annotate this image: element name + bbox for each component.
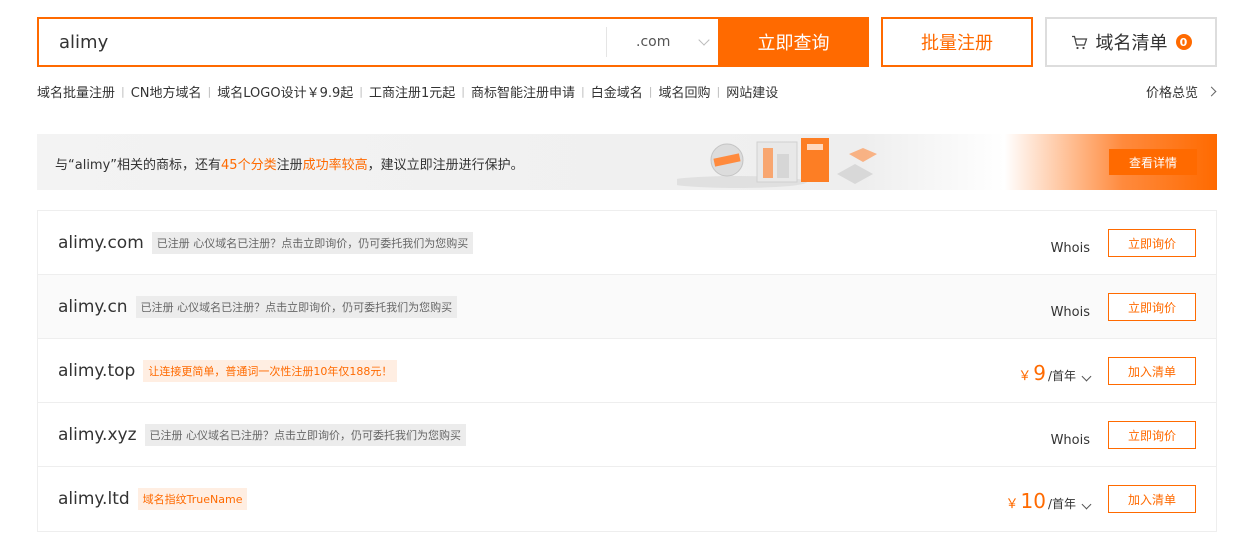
domain-result-row: alimy.xyz 已注册 心仪域名已注册？点击立即询价，仍可委托我们为您购买 …	[38, 403, 1216, 467]
domain-result-row: alimy.com 已注册 心仪域名已注册？点击立即询价，仍可委托我们为您购买 …	[38, 211, 1216, 275]
suffix-select[interactable]: .com	[606, 27, 718, 57]
inquire-button[interactable]: 立即询价	[1108, 229, 1196, 257]
domain-cart-button[interactable]: 域名清单 0	[1045, 17, 1217, 67]
price-unit: /首年	[1047, 369, 1076, 383]
row-actions: Whois 立即询价	[1051, 211, 1196, 275]
price-overview-label: 价格总览	[1145, 86, 1198, 101]
whois-link[interactable]: Whois	[1051, 433, 1090, 448]
price-value: 9	[1033, 361, 1046, 385]
divider: |	[359, 84, 363, 98]
divider: |	[121, 84, 125, 98]
banner-text-prefix: 与“alimy”相关的商标，还有	[55, 158, 222, 173]
currency-symbol: ￥	[1005, 497, 1019, 512]
status-tag: 已注册 心仪域名已注册？点击立即询价，仍可委托我们为您购买	[151, 231, 474, 254]
domain-name: alimy.com	[58, 232, 144, 253]
quick-link[interactable]: 网站建设	[726, 82, 778, 101]
quick-link[interactable]: 域名LOGO设计￥9.9起	[217, 82, 353, 101]
price-value: 10	[1020, 489, 1046, 513]
quick-link[interactable]: 工商注册1元起	[369, 82, 455, 101]
view-details-button[interactable]: 查看详情	[1109, 149, 1197, 175]
chevron-down-icon	[1081, 499, 1092, 510]
domain-name: alimy.ltd	[58, 489, 130, 509]
row-actions: Whois 立即询价	[1051, 275, 1196, 339]
cart-icon	[1071, 35, 1087, 49]
promo-tag: 域名指纹TrueName	[137, 488, 248, 510]
domain-cart-label: 域名清单	[1095, 33, 1168, 54]
quick-link[interactable]: 商标智能注册申请	[471, 82, 575, 101]
price-selector[interactable]: ￥ 10 /首年	[1005, 489, 1092, 513]
suffix-select-value: .com	[636, 34, 671, 50]
price-selector[interactable]: ￥ 9 /首年	[1018, 361, 1092, 385]
inquire-button[interactable]: 立即询价	[1108, 421, 1196, 449]
divider: |	[648, 84, 653, 98]
banner-text-suffix: ，建议立即注册进行保护。	[367, 158, 524, 173]
domain-name: alimy.xyz	[58, 424, 137, 445]
domain-result-row: alimy.cn 已注册 心仪域名已注册？点击立即询价，仍可委托我们为您购买 W…	[38, 275, 1216, 339]
banner-highlight-success: 成功率较高	[302, 158, 368, 173]
quick-link[interactable]: 白金域名	[591, 82, 643, 101]
price-overview-link[interactable]: 价格总览	[1145, 82, 1217, 101]
row-actions: ￥ 9 /首年 加入清单	[1018, 339, 1196, 403]
quick-link[interactable]: 域名回购	[658, 82, 710, 101]
add-to-cart-button[interactable]: 加入清单	[1108, 485, 1196, 513]
banner-text: 与“alimy”相关的商标，还有45个分类注册成功率较高，建议立即注册进行保护。	[55, 154, 524, 173]
bulk-register-button[interactable]: 批量注册	[881, 17, 1033, 67]
quick-link[interactable]: 域名批量注册	[37, 82, 115, 101]
chevron-down-icon	[698, 33, 710, 46]
quick-links: 域名批量注册 | CN地方域名 | 域名LOGO设计￥9.9起 | 工商注册1元起 | …	[37, 82, 778, 101]
currency-symbol: ￥	[1018, 369, 1032, 384]
trademark-banner: 与“alimy”相关的商标，还有45个分类注册成功率较高，建议立即注册进行保护。…	[37, 134, 1217, 190]
domain-result-row: alimy.ltd 域名指纹TrueName ￥ 10 /首年 加入清单	[38, 467, 1216, 531]
status-tag: 已注册 心仪域名已注册？点击立即询价，仍可委托我们为您购买	[144, 423, 467, 446]
search-box: .com 立即查询	[37, 17, 869, 67]
banner-illustration	[677, 138, 877, 188]
chevron-down-icon	[1081, 371, 1092, 382]
inquire-button[interactable]: 立即询价	[1108, 293, 1196, 321]
cart-count-badge: 0	[1175, 34, 1192, 50]
status-tag: 已注册 心仪域名已注册？点击立即询价，仍可委托我们为您购买	[135, 295, 458, 318]
divider: |	[207, 84, 212, 98]
whois-link[interactable]: Whois	[1051, 305, 1090, 320]
domain-results-list: alimy.com 已注册 心仪域名已注册？点击立即询价，仍可委托我们为您购买 …	[37, 210, 1217, 532]
search-button[interactable]: 立即查询	[718, 17, 869, 67]
domain-name: alimy.cn	[58, 296, 128, 317]
add-to-cart-button[interactable]: 加入清单	[1108, 357, 1196, 385]
price-unit: /首年	[1047, 497, 1076, 511]
whois-link[interactable]: Whois	[1051, 241, 1090, 256]
promo-tag: 让连接更简单，普通词一次性注册10年仅188元！	[143, 359, 398, 382]
banner-text-mid: 注册	[276, 158, 303, 173]
search-input[interactable]	[39, 19, 606, 65]
chevron-right-icon	[1206, 86, 1217, 97]
banner-highlight-categories: 45个分类	[221, 158, 277, 173]
divider: |	[461, 84, 465, 98]
row-actions: Whois 立即询价	[1051, 403, 1196, 467]
row-actions: ￥ 10 /首年 加入清单	[1005, 467, 1196, 531]
divider: |	[581, 84, 585, 98]
quick-link[interactable]: CN地方域名	[131, 82, 202, 101]
domain-result-row: alimy.top 让连接更简单，普通词一次性注册10年仅188元！ ￥ 9 /…	[38, 339, 1216, 403]
domain-name: alimy.top	[58, 360, 136, 381]
divider: |	[716, 84, 721, 98]
